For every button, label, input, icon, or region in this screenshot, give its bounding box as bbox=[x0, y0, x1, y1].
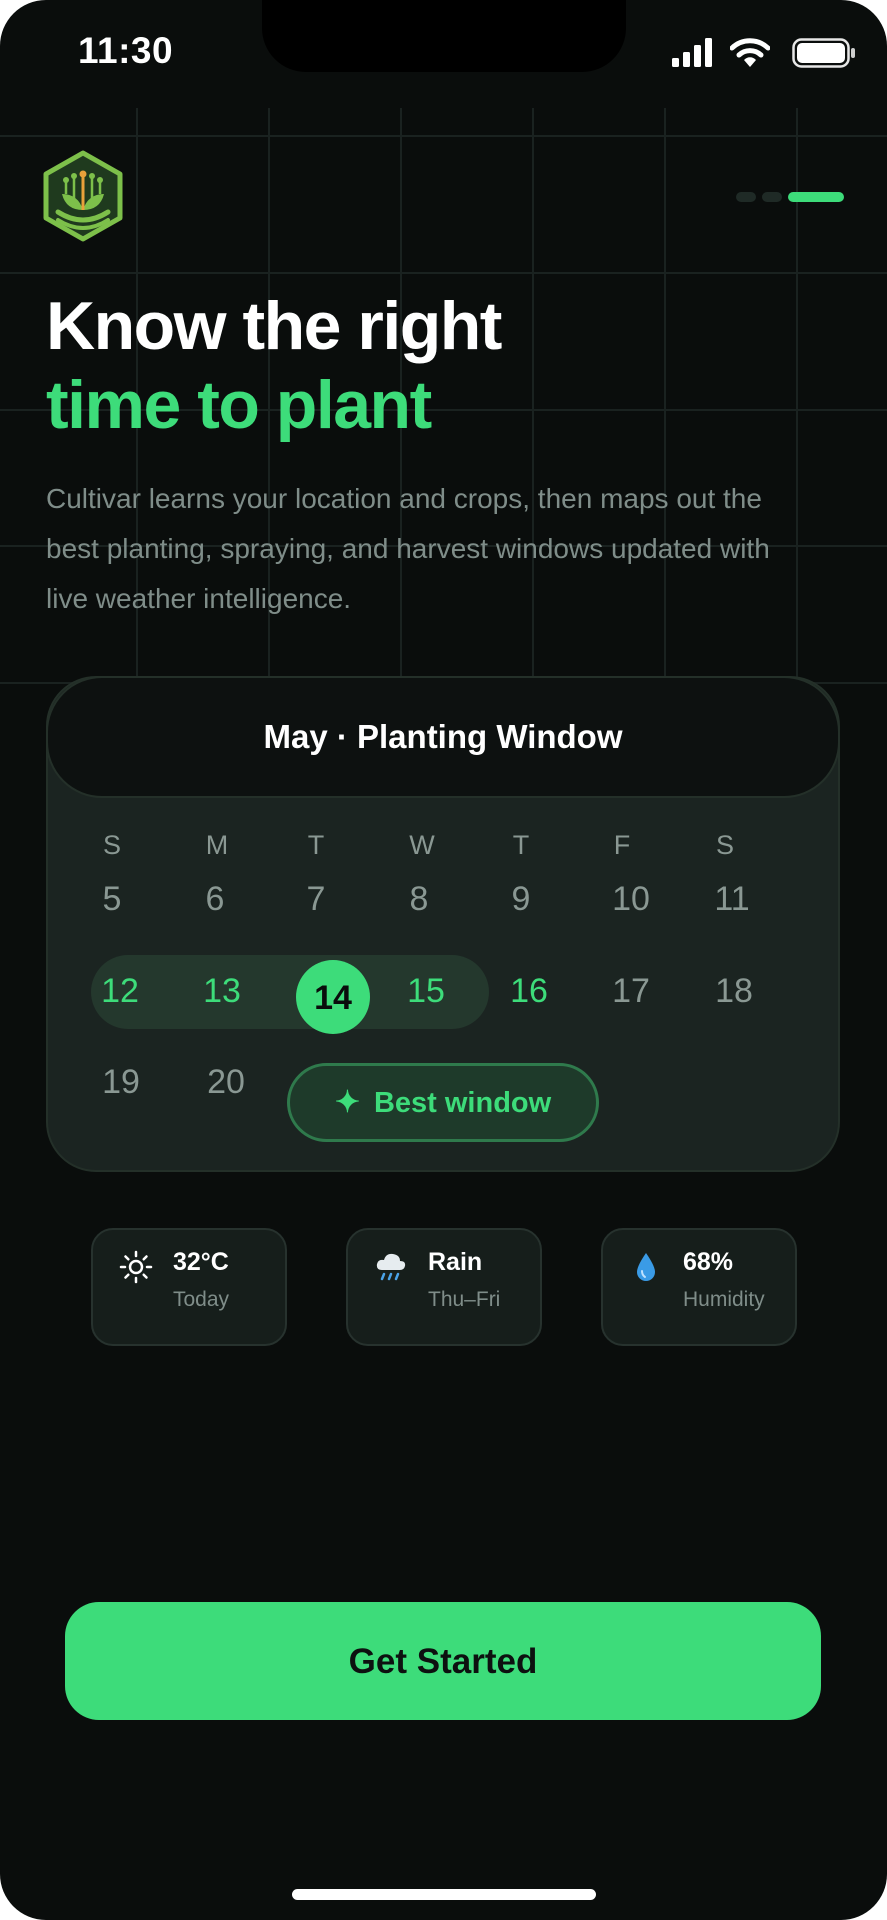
calendar-day[interactable]: 17 bbox=[581, 972, 681, 1011]
weather-value: 32°C bbox=[173, 1248, 229, 1276]
weekday-label: S bbox=[715, 830, 734, 860]
best-window-label: Best window bbox=[373, 1087, 552, 1119]
calendar-day-selected[interactable]: 14 bbox=[296, 960, 370, 1034]
cultivar-logo bbox=[43, 150, 123, 242]
get-started-button[interactable]: Get Started bbox=[65, 1602, 821, 1720]
pager-dot-1[interactable] bbox=[736, 192, 756, 202]
calendar-title: May · Planting Window bbox=[46, 676, 840, 798]
weekday-label: F bbox=[613, 830, 631, 860]
notch bbox=[262, 0, 626, 72]
onboarding-pager bbox=[736, 192, 844, 202]
calendar-day[interactable]: 8 bbox=[369, 880, 469, 919]
home-indicator[interactable] bbox=[292, 1889, 596, 1900]
calendar-day-window[interactable]: 15 bbox=[376, 972, 476, 1011]
hero-title-line1: Know the right bbox=[46, 288, 502, 364]
weather-value: Rain bbox=[428, 1248, 483, 1276]
wifi-icon bbox=[730, 38, 770, 67]
weather-value: 68% bbox=[683, 1248, 734, 1276]
calendar-day[interactable]: 9 bbox=[471, 880, 571, 919]
calendar-day[interactable]: 7 bbox=[266, 880, 366, 919]
sparkle-icon: ✦ bbox=[334, 1086, 360, 1119]
calendar-day[interactable]: 11 bbox=[682, 880, 782, 919]
weather-card-humidity[interactable]: 68% Humidity bbox=[601, 1228, 797, 1346]
weather-label: Humidity bbox=[683, 1288, 765, 1311]
calendar-day[interactable]: 20 bbox=[176, 1063, 276, 1102]
weather-label: Today bbox=[173, 1288, 230, 1311]
droplet-icon bbox=[637, 1253, 655, 1281]
weekday-label: T bbox=[512, 830, 530, 860]
hero-description: Cultivar learns your location and crops,… bbox=[46, 483, 770, 614]
pager-dot-2[interactable] bbox=[762, 192, 782, 202]
rain-cloud-icon bbox=[376, 1253, 406, 1281]
battery-icon bbox=[792, 38, 855, 68]
weather-card-temperature[interactable]: 32°C Today bbox=[91, 1228, 287, 1346]
calendar-day[interactable]: 10 bbox=[581, 880, 681, 919]
weekday-label: T bbox=[307, 830, 325, 860]
phone-screen: 11:30 Know the right time to plant Culti… bbox=[0, 0, 887, 1920]
status-time: 11:30 bbox=[78, 30, 174, 71]
weekday-label: W bbox=[409, 830, 435, 860]
calendar-day[interactable]: 5 bbox=[62, 880, 162, 919]
weather-card-rain[interactable]: Rain Thu–Fri bbox=[346, 1228, 542, 1346]
calendar-day[interactable]: 6 bbox=[165, 880, 265, 919]
calendar-day[interactable]: 18 bbox=[684, 972, 784, 1011]
signal-icon bbox=[672, 38, 712, 67]
calendar-day-window[interactable]: 13 bbox=[172, 972, 272, 1011]
weekday-label: M bbox=[205, 830, 229, 860]
weather-label: Thu–Fri bbox=[428, 1288, 501, 1311]
calendar-day-window[interactable]: 16 bbox=[479, 972, 579, 1011]
hero-title-line2: time to plant bbox=[46, 367, 432, 443]
weekday-label: S bbox=[102, 830, 121, 860]
calendar-day[interactable]: 19 bbox=[71, 1063, 171, 1102]
status-icons bbox=[668, 36, 858, 72]
pager-dot-3-active[interactable] bbox=[788, 192, 844, 202]
sun-icon bbox=[119, 1250, 153, 1284]
best-window-button[interactable]: ✦ Best window bbox=[287, 1063, 599, 1142]
calendar-day-window[interactable]: 12 bbox=[70, 972, 170, 1011]
